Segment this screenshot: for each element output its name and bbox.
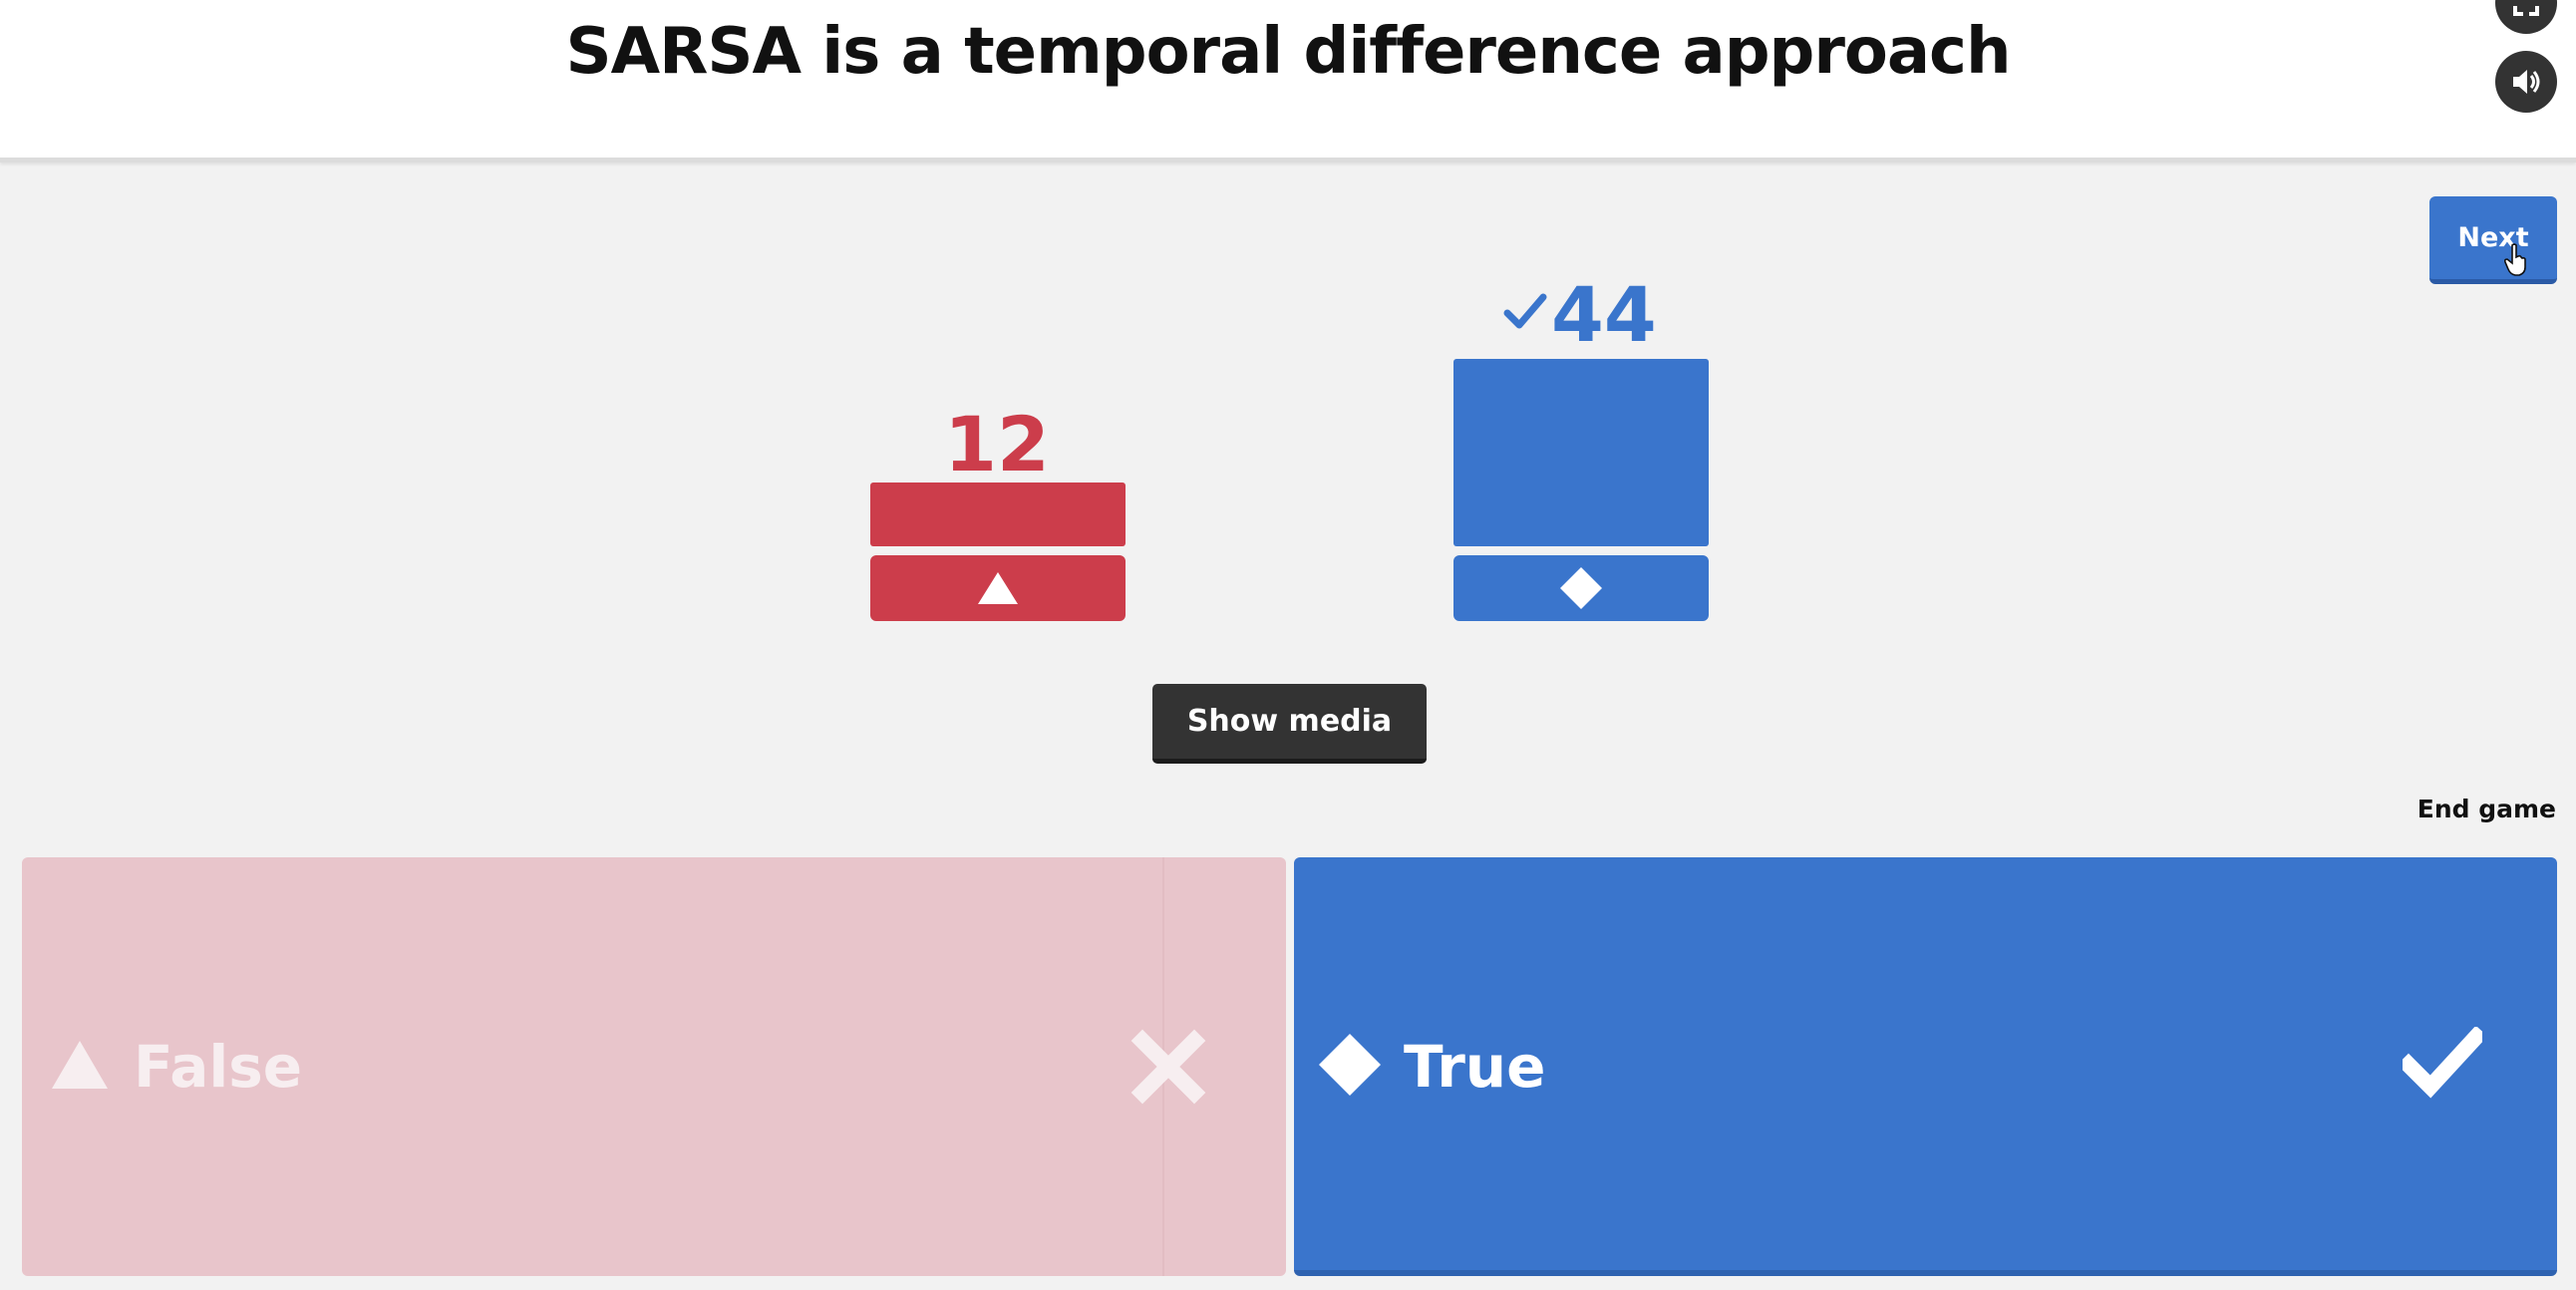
show-media-button[interactable]: Show media (1152, 684, 1427, 764)
true-result-base (1453, 555, 1709, 621)
question-header: SARSA is a temporal difference approach (0, 0, 2576, 162)
triangle-icon (52, 1041, 108, 1089)
true-result-bar (1453, 359, 1709, 546)
checkmark-icon (2403, 1027, 2482, 1099)
false-answer-count: 12 (944, 400, 1050, 488)
cross-icon (1130, 1029, 1206, 1105)
correct-checkmark-icon (1503, 293, 1547, 329)
diamond-icon (1319, 1034, 1381, 1096)
sound-button[interactable] (2495, 51, 2557, 113)
true-answer-count: 44 (1551, 270, 1657, 359)
speaker-icon (2513, 70, 2540, 94)
answer-true-label: True (1404, 1033, 1546, 1101)
triangle-icon (978, 572, 1018, 604)
answer-false-tile: False (22, 857, 1286, 1276)
end-game-link[interactable]: End game (2417, 795, 2556, 823)
answer-true-tile: True (1294, 857, 2557, 1276)
diamond-icon (1560, 567, 1602, 609)
question-title: SARSA is a temporal difference approach (565, 15, 2011, 89)
answer-false-label: False (134, 1033, 303, 1101)
false-result-bar (870, 483, 1126, 546)
false-result-base (870, 555, 1126, 621)
next-button[interactable]: Next (2429, 196, 2557, 284)
hand-pointer-icon (2504, 243, 2526, 276)
fullscreen-icon (2513, 0, 2539, 16)
